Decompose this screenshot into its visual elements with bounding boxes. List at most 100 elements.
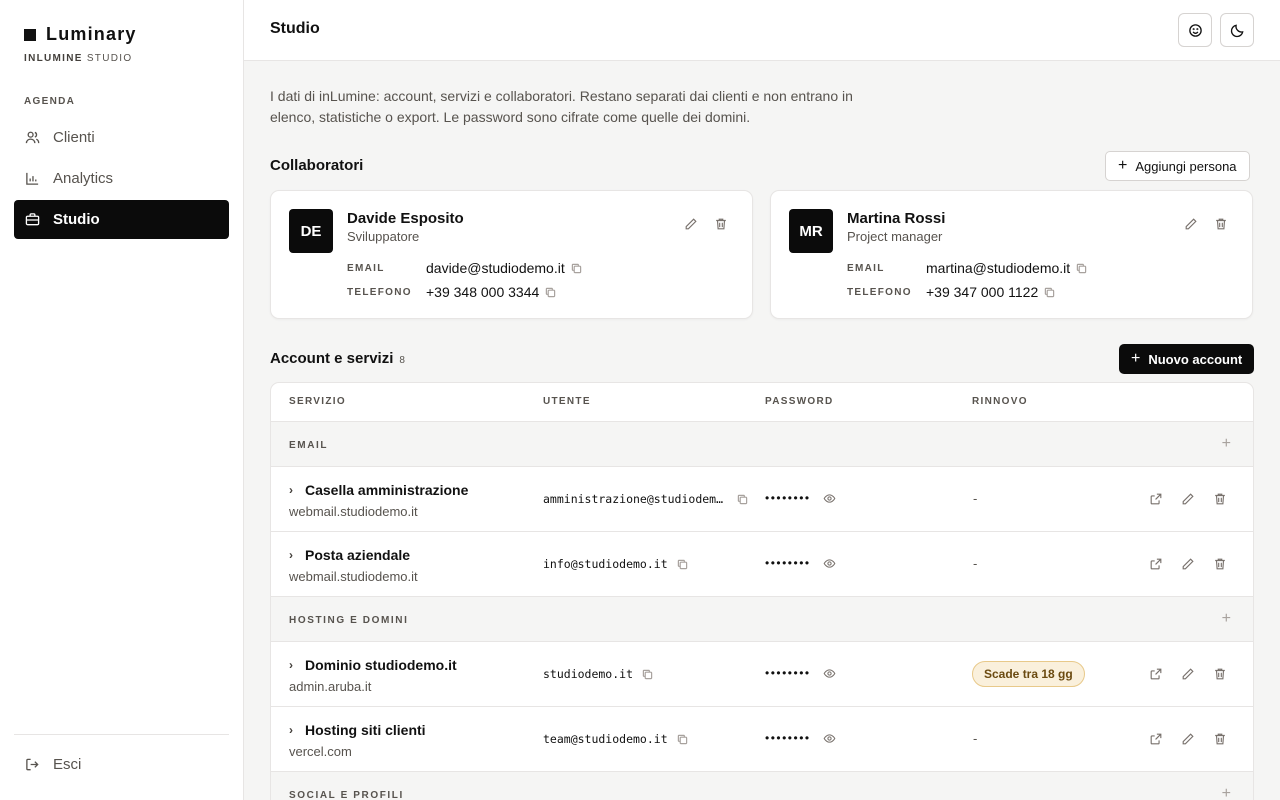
chevron-right-icon[interactable]: › (289, 548, 293, 562)
trash-icon[interactable] (1213, 667, 1227, 681)
collaborator-role: Project manager (847, 229, 943, 244)
user-cell: team@studiodemo.it (543, 732, 688, 746)
avatar: DE (289, 209, 333, 253)
new-account-label: Nuovo account (1148, 351, 1243, 367)
user-value: studiodemo.it (543, 667, 634, 681)
service-host: admin.aruba.it (289, 679, 372, 694)
users-icon (25, 131, 40, 144)
table-row[interactable]: › Dominio studiodemo.it admin.aruba.it s… (271, 642, 1253, 707)
page-title: Studio (270, 20, 320, 37)
copy-icon[interactable] (545, 287, 556, 298)
phone-key: TELEFONO (347, 286, 412, 298)
moon-icon (1230, 24, 1243, 37)
copy-icon[interactable] (571, 263, 582, 274)
chevron-right-icon[interactable]: › (289, 723, 293, 737)
add-to-group-icon[interactable]: + (1222, 610, 1231, 628)
eye-icon[interactable] (823, 667, 836, 680)
logout-button[interactable]: Esci (14, 745, 229, 784)
table-row[interactable]: › Hosting siti clienti vercel.com team@s… (271, 707, 1253, 772)
collaborator-name: Martina Rossi (847, 210, 946, 227)
renewal-value: - (973, 491, 978, 506)
feedback-button[interactable] (1178, 13, 1212, 47)
briefcase-icon (25, 213, 40, 226)
external-link-icon[interactable] (1149, 667, 1163, 681)
copy-icon[interactable] (677, 734, 688, 745)
trash-icon[interactable] (1213, 557, 1227, 571)
renewal-badge: Scade tra 18 gg (972, 661, 1085, 687)
card-actions (684, 217, 728, 231)
brand-name: Luminary (46, 24, 137, 44)
collaborator-role: Sviluppatore (347, 229, 420, 244)
brand-subtitle-bold: INLUMINE (24, 53, 83, 64)
service-name: Hosting siti clienti (305, 722, 426, 738)
column-header-utente: UTENTE (543, 396, 591, 407)
copy-icon[interactable] (677, 559, 688, 570)
renewal-value: - (973, 556, 978, 571)
copy-icon[interactable] (642, 669, 653, 680)
trash-icon[interactable] (1213, 492, 1227, 506)
brand-logo-square (24, 28, 36, 41)
table-row[interactable]: › Casella amministrazione webmail.studio… (271, 467, 1253, 532)
add-person-label: Aggiungi persona (1135, 158, 1237, 174)
copy-icon[interactable] (737, 494, 748, 505)
table-group-header: HOSTING E DOMINI + (271, 597, 1253, 642)
plus-icon: + (1131, 350, 1141, 367)
sidebar-item-analytics[interactable]: Analytics (14, 159, 229, 198)
intro-text: I dati di inLumine: account, servizi e c… (270, 88, 853, 125)
copy-icon[interactable] (1076, 263, 1087, 274)
trash-icon[interactable] (1214, 217, 1228, 231)
table-header: SERVIZIO UTENTE PASSWORD RINNOVO (271, 383, 1253, 422)
eye-icon[interactable] (823, 492, 836, 505)
external-link-icon[interactable] (1149, 557, 1163, 571)
password-cell: •••••••• (765, 556, 836, 570)
eye-icon[interactable] (823, 732, 836, 745)
logout-container: Esci (14, 745, 229, 786)
pencil-icon[interactable] (1181, 557, 1195, 571)
eye-icon[interactable] (823, 557, 836, 570)
trash-icon[interactable] (714, 217, 728, 231)
row-actions (1149, 667, 1227, 681)
group-label: SOCIAL E PROFILI (289, 790, 404, 800)
password-mask: •••••••• (765, 731, 811, 745)
sidebar: Luminary INLUMINE STUDIO AGENDA Clienti … (0, 0, 244, 800)
sidebar-item-studio[interactable]: Studio (14, 200, 229, 239)
pencil-icon[interactable] (1181, 667, 1195, 681)
smile-icon (1188, 23, 1202, 37)
add-to-group-icon[interactable]: + (1222, 435, 1231, 453)
theme-toggle-button[interactable] (1220, 13, 1254, 47)
row-actions (1149, 732, 1227, 746)
user-value: amministrazione@studiodemo.it (543, 492, 728, 506)
service-host: vercel.com (289, 744, 352, 759)
sidebar-item-label: Studio (53, 211, 100, 228)
phone-row: TELEFONO +39 348 000 3344 (347, 284, 556, 300)
pencil-icon[interactable] (1181, 732, 1195, 746)
collaborator-name: Davide Esposito (347, 210, 464, 227)
sidebar-nav: Clienti Analytics Studio (14, 118, 229, 241)
password-mask: •••••••• (765, 556, 811, 570)
plus-icon: + (1118, 157, 1128, 174)
top-header: Studio (244, 0, 1280, 61)
accounts-count: 8 (399, 355, 405, 366)
pencil-icon[interactable] (1184, 217, 1198, 231)
sidebar-item-label: Clienti (53, 129, 95, 146)
add-to-group-icon[interactable]: + (1222, 785, 1231, 800)
pencil-icon[interactable] (1181, 492, 1195, 506)
table-row[interactable]: › Posta aziendale webmail.studiodemo.it … (271, 532, 1253, 597)
email-row: EMAIL martina@studiodemo.it (847, 260, 1087, 276)
email-row: EMAIL davide@studiodemo.it (347, 260, 582, 276)
chevron-right-icon[interactable]: › (289, 483, 293, 497)
phone-row: TELEFONO +39 347 000 1122 (847, 284, 1055, 300)
add-person-button[interactable]: + Aggiungi persona (1105, 151, 1250, 181)
copy-icon[interactable] (1044, 287, 1055, 298)
external-link-icon[interactable] (1149, 732, 1163, 746)
new-account-button[interactable]: + Nuovo account (1119, 344, 1255, 374)
column-header-servizio: SERVIZIO (289, 396, 346, 407)
password-cell: •••••••• (765, 491, 836, 505)
external-link-icon[interactable] (1149, 492, 1163, 506)
sidebar-item-clienti[interactable]: Clienti (14, 118, 229, 157)
pencil-icon[interactable] (684, 217, 698, 231)
user-cell: amministrazione@studiodemo.it (543, 492, 748, 506)
table-group-header: SOCIAL E PROFILI + (271, 772, 1253, 800)
trash-icon[interactable] (1213, 732, 1227, 746)
chevron-right-icon[interactable]: › (289, 658, 293, 672)
